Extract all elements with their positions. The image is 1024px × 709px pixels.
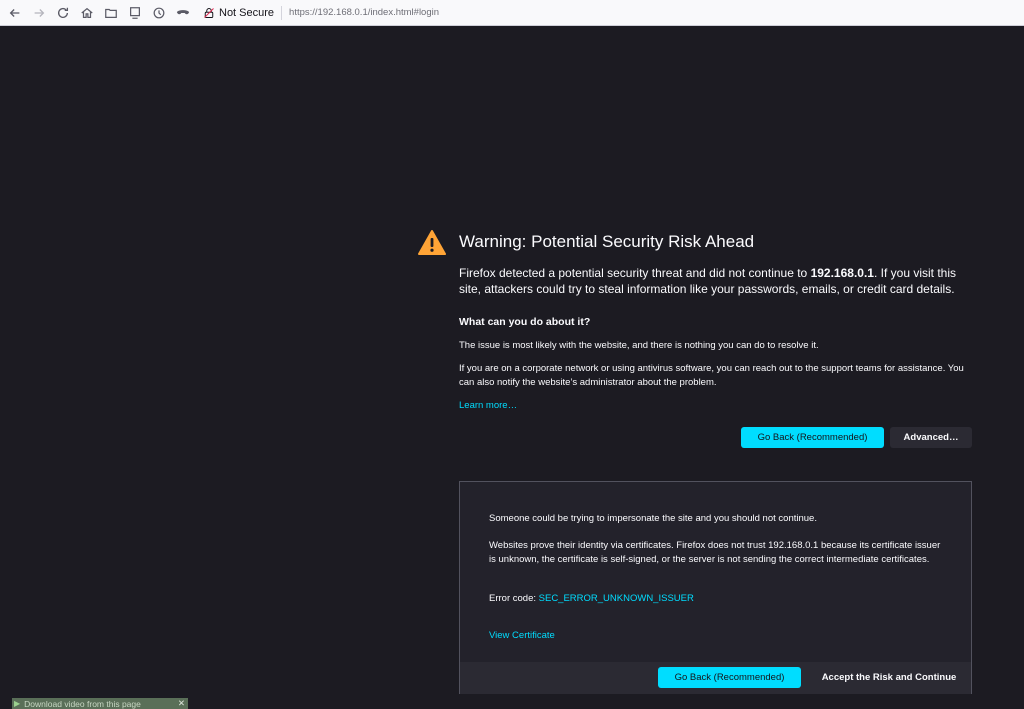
reload-icon[interactable] xyxy=(51,1,75,25)
url-bar[interactable]: https://192.168.0.1/index.html#login xyxy=(289,7,439,18)
folder-icon[interactable] xyxy=(99,1,123,25)
advanced-go-back-button[interactable]: Go Back (Recommended) xyxy=(658,667,801,688)
learn-more-link[interactable]: Learn more… xyxy=(459,400,517,411)
error-code-link[interactable]: SEC_ERROR_UNKNOWN_ISSUER xyxy=(539,593,694,604)
security-label: Not Secure xyxy=(219,6,275,19)
warning-icon xyxy=(418,230,446,255)
forward-icon[interactable] xyxy=(27,1,51,25)
intro-part: Firefox detected a potential security th… xyxy=(459,266,811,280)
back-icon[interactable] xyxy=(3,1,27,25)
certificate-explanation: Websites prove their identity via certif… xyxy=(489,540,941,565)
advanced-panel-body: Someone could be trying to impersonate t… xyxy=(460,482,971,662)
download-video-bar[interactable]: ▶ Download video from this page ✕ xyxy=(12,698,188,709)
toolbar-separator xyxy=(281,5,283,20)
home-icon[interactable] xyxy=(75,1,99,25)
intro-host: 192.168.0.1 xyxy=(810,266,874,280)
intro-text: Firefox detected a potential security th… xyxy=(459,265,979,297)
error-code-prefix: Error code: xyxy=(489,593,539,604)
advanced-panel: Someone could be trying to impersonate t… xyxy=(459,481,972,694)
history-icon[interactable] xyxy=(147,1,171,25)
advanced-panel-footer: Go Back (Recommended) Accept the Risk an… xyxy=(460,662,971,694)
impersonation-warning: Someone could be trying to impersonate t… xyxy=(489,513,817,524)
go-back-button[interactable]: Go Back (Recommended) xyxy=(741,427,884,448)
private-mask-icon[interactable] xyxy=(171,1,195,25)
close-icon[interactable]: ✕ xyxy=(178,698,185,709)
corporate-network-text: If you are on a corporate network or usi… xyxy=(459,363,964,388)
security-indicator[interactable]: Not Secure xyxy=(203,7,274,19)
accept-risk-button[interactable]: Accept the Risk and Continue xyxy=(810,667,968,688)
view-certificate-link[interactable]: View Certificate xyxy=(489,630,555,641)
download-video-label: Download video from this page xyxy=(24,698,141,709)
resolution-text: The issue is most likely with the websit… xyxy=(459,340,819,351)
play-icon: ▶ xyxy=(14,699,21,708)
screenshot-icon[interactable] xyxy=(123,1,147,25)
what-heading: What can you do about it? xyxy=(459,316,591,328)
browser-toolbar: Not Secure https://192.168.0.1/index.htm… xyxy=(0,0,1024,26)
insecure-lock-icon xyxy=(204,7,214,18)
page-title: Warning: Potential Security Risk Ahead xyxy=(459,232,755,251)
error-code-line: Error code: SEC_ERROR_UNKNOWN_ISSUER xyxy=(489,593,694,604)
advanced-button[interactable]: Advanced… xyxy=(890,427,972,448)
